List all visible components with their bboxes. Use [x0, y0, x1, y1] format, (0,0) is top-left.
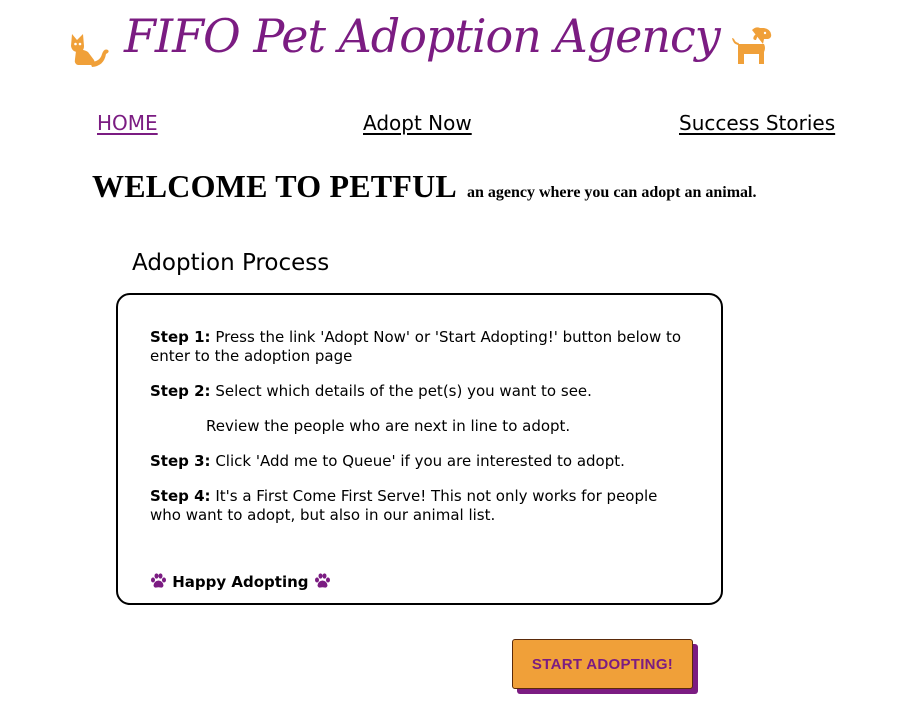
- step-text: Select which details of the pet(s) you w…: [215, 382, 592, 400]
- cat-icon: [71, 34, 109, 67]
- welcome-title: WELCOME TO PETFUL: [92, 168, 457, 204]
- nav-adopt-now-link[interactable]: Adopt Now: [363, 110, 472, 136]
- happy-adopting-text: Happy Adopting: [172, 573, 309, 591]
- step-item: Step 1: Press the link 'Adopt Now' or 'S…: [150, 328, 690, 366]
- paw-icon: [151, 573, 166, 588]
- start-adopting-button[interactable]: START ADOPTING!: [512, 639, 693, 689]
- step-label: Step 2:: [150, 382, 211, 400]
- adoption-process-heading: Adoption Process: [132, 250, 330, 276]
- happy-adopting-line: Happy Adopting: [150, 573, 331, 592]
- nav-home-link[interactable]: HOME: [97, 110, 158, 136]
- nav-success-stories-link[interactable]: Success Stories: [679, 110, 835, 136]
- step-label: Step 3:: [150, 452, 211, 470]
- step-item: Step 4: It's a First Come First Serve! T…: [150, 487, 690, 525]
- site-title: FIFO Pet Adoption Agency: [124, 9, 721, 63]
- adoption-process-box: Step 1: Press the link 'Adopt Now' or 'S…: [116, 293, 723, 605]
- page: FIFO Pet Adoption Agency HOME Adopt Now …: [0, 0, 900, 714]
- step-text: Click 'Add me to Queue' if you are inter…: [215, 452, 625, 470]
- step-text: Press the link 'Adopt Now' or 'Start Ado…: [150, 328, 682, 365]
- dog-icon: [732, 27, 772, 64]
- step-label: Step 4:: [150, 487, 211, 505]
- step-item: Review the people who are next in line t…: [206, 417, 746, 436]
- paw-icon: [314, 573, 330, 588]
- step-item: Step 3: Click 'Add me to Queue' if you a…: [150, 452, 690, 471]
- step-text: Review the people who are next in line t…: [206, 417, 571, 435]
- step-item: Step 2: Select which details of the pet(…: [150, 382, 690, 401]
- step-label: Step 1:: [150, 328, 211, 346]
- welcome-banner: WELCOME TO PETFUL an agency where you ca…: [92, 168, 756, 205]
- site-header: FIFO Pet Adoption Agency: [0, 0, 900, 90]
- welcome-subtitle: an agency where you can adopt an animal.: [466, 184, 757, 201]
- step-text: It's a First Come First Serve! This not …: [150, 487, 658, 524]
